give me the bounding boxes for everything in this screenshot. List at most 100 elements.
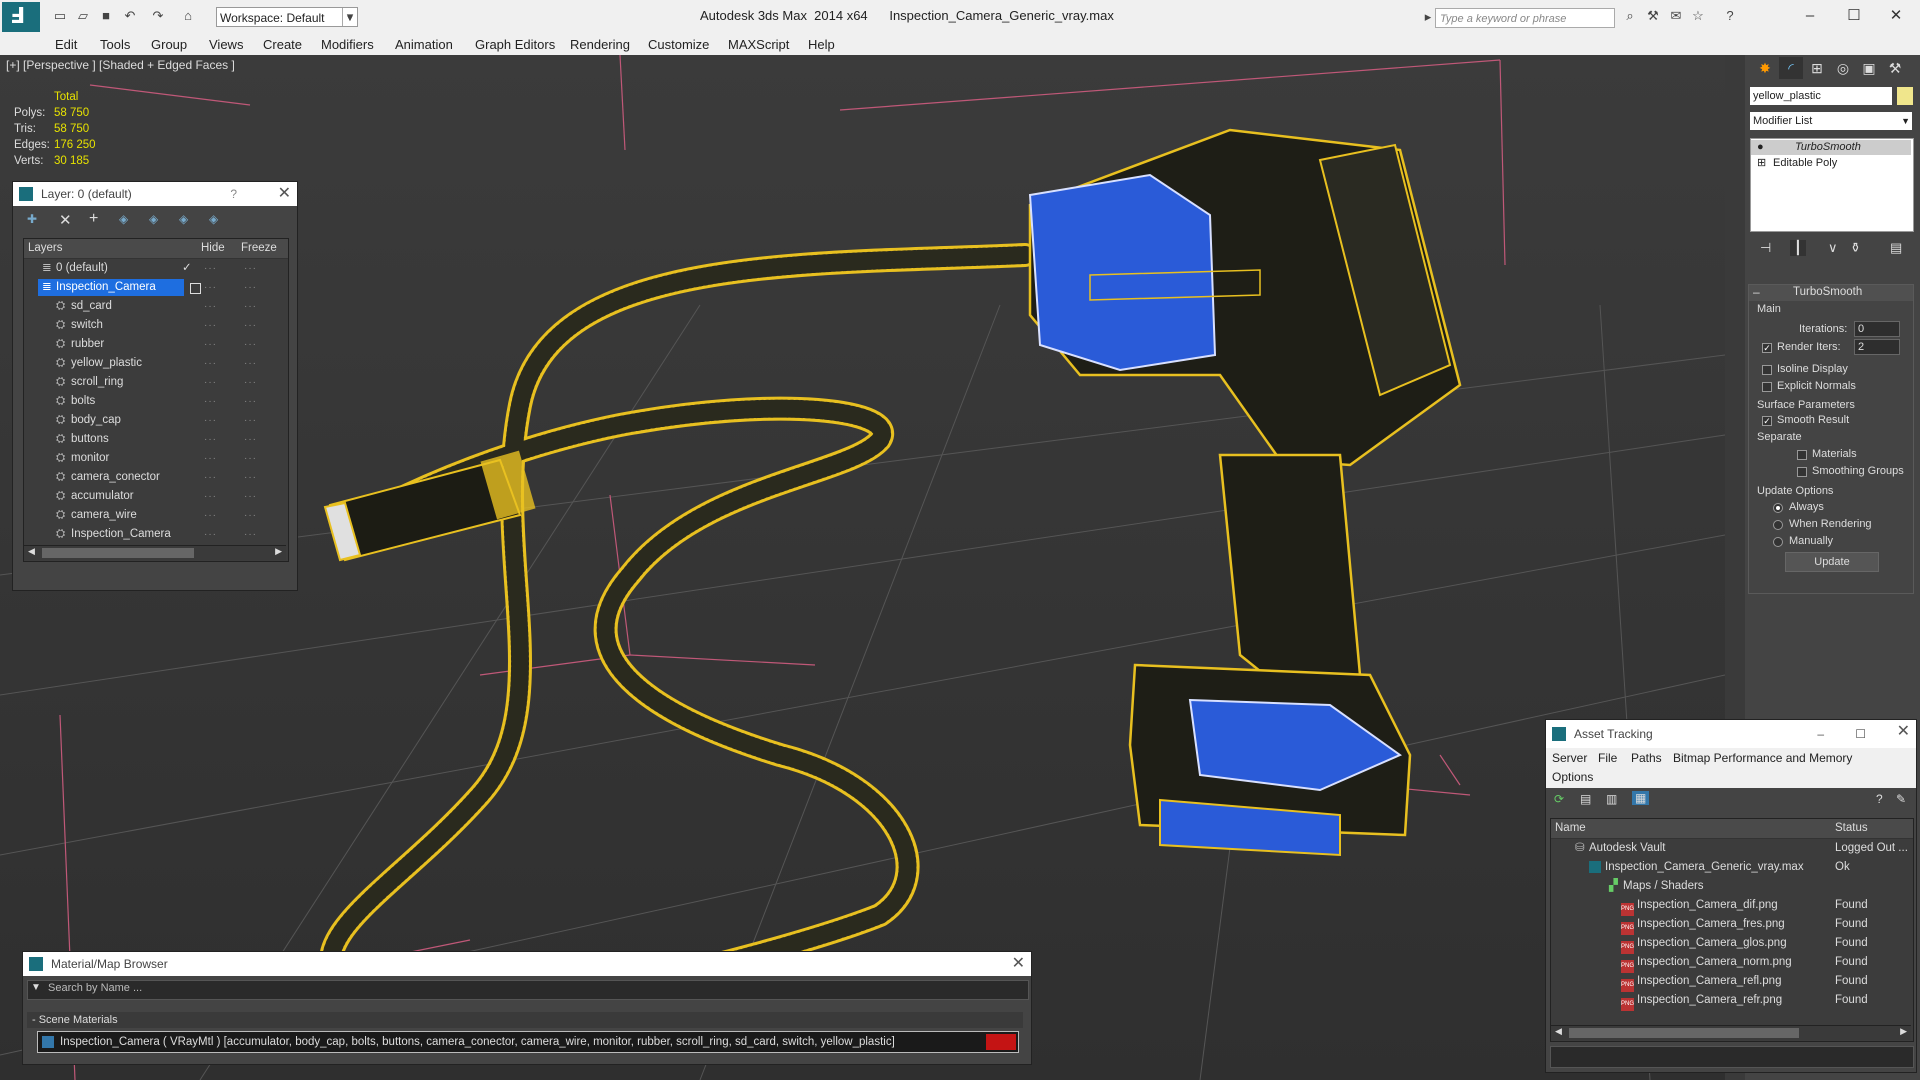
asset-row[interactable]: Inspection_Camera_Generic_vray.max Ok (1551, 858, 1913, 877)
new-icon[interactable]: ▭ (52, 8, 68, 24)
asset-row[interactable]: PNG Inspection_Camera_fres.png Found (1551, 915, 1913, 935)
menu-paths[interactable]: Paths (1631, 751, 1662, 765)
layer-row[interactable]: ≣ Inspection_Camera ··· ··· (24, 278, 288, 297)
asset-row[interactable]: ⛁ Autodesk Vault Logged Out ... (1551, 839, 1913, 858)
asset-row[interactable]: PNG Inspection_Camera_norm.png Found (1551, 953, 1913, 973)
material-search-bar[interactable]: ▼ Search by Name ... (27, 980, 1029, 1000)
object-row[interactable]: ⛭ yellow_plastic ··· ··· (24, 354, 288, 373)
menu-file[interactable]: File (1598, 751, 1617, 765)
scroll-left-icon[interactable]: ◀ (28, 546, 35, 557)
manually-radio[interactable] (1773, 537, 1783, 547)
name-column-header[interactable]: Name (1555, 819, 1586, 838)
explicit-normals-checkbox[interactable] (1762, 382, 1772, 392)
object-row[interactable]: ⛭ switch ··· ··· (24, 316, 288, 335)
expand-arrow-icon[interactable]: ▸ (1420, 9, 1436, 25)
create-layer-icon[interactable]: ✚ (27, 212, 37, 226)
render-iters-spinner[interactable]: 2 (1854, 339, 1900, 355)
minimize-button[interactable]: – (1790, 4, 1830, 28)
menu-views[interactable]: Views (209, 37, 243, 52)
object-row[interactable]: ⛭ Inspection_Camera ··· ··· (24, 525, 288, 544)
object-row[interactable]: ⛭ accumulator ··· ··· (24, 487, 288, 506)
material-entry[interactable]: Inspection_Camera ( VRayMtl ) [accumulat… (37, 1031, 1019, 1053)
scroll-right-icon[interactable]: ▶ (1900, 1026, 1907, 1037)
display-tab-icon[interactable]: ▣ (1857, 57, 1881, 79)
menu-edit[interactable]: Edit (55, 37, 77, 52)
help-icon[interactable]: ? (230, 182, 237, 206)
asset-row[interactable]: PNG Inspection_Camera_refr.png Found (1551, 991, 1913, 1011)
scroll-right-icon[interactable]: ▶ (275, 546, 282, 557)
asset-row[interactable]: PNG Inspection_Camera_glos.png Found (1551, 934, 1913, 954)
object-row[interactable]: ⛭ monitor ··· ··· (24, 449, 288, 468)
maximize-button[interactable]: ☐ (1834, 4, 1874, 28)
maximize-icon[interactable]: ☐ (1855, 720, 1866, 748)
object-row[interactable]: ⛭ rubber ··· ··· (24, 335, 288, 354)
object-row[interactable]: ⛭ buttons ··· ··· (24, 430, 288, 449)
update-button[interactable]: Update (1785, 552, 1879, 572)
favorites-star-icon[interactable]: ☆ (1690, 8, 1706, 24)
scroll-left-icon[interactable]: ◀ (1555, 1026, 1562, 1037)
redo-icon[interactable]: ↷ (150, 8, 166, 24)
details-view-icon[interactable]: ▥ (1606, 792, 1617, 806)
status-column-header[interactable]: Status (1835, 819, 1868, 838)
asset-row[interactable]: PNG Inspection_Camera_dif.png Found (1551, 896, 1913, 916)
delete-layer-icon[interactable]: ✕ (59, 211, 72, 229)
create-tab-icon[interactable]: ✸ (1753, 57, 1777, 79)
stack-item-editable-poly[interactable]: ⊞ Editable Poly (1751, 156, 1911, 171)
help-icon[interactable]: ? (1876, 792, 1883, 806)
add-to-layer-icon[interactable]: + (89, 210, 98, 228)
undo-icon[interactable]: ↶ (122, 8, 138, 24)
isoline-checkbox[interactable] (1762, 365, 1772, 375)
object-row[interactable]: ⛭ body_cap ··· ··· (24, 411, 288, 430)
remove-modifier-icon[interactable]: ⚱ (1850, 240, 1861, 256)
search-input[interactable]: Type a keyword or phrase (1435, 8, 1615, 28)
modify-tab-icon[interactable]: ◜ (1779, 57, 1803, 79)
freeze-all-icon[interactable]: ◈ (209, 212, 218, 226)
material-browser-titlebar[interactable]: Material/Map Browser ✕ (23, 952, 1031, 976)
asset-horizontal-scrollbar[interactable]: ◀ ▶ (1551, 1025, 1911, 1040)
binoculars-icon[interactable]: ⌕ (1622, 8, 1638, 24)
hide-all-icon[interactable]: ◈ (179, 212, 188, 226)
hide-column-header[interactable]: Hide (201, 239, 225, 258)
object-row[interactable]: ⛭ camera_wire ··· ··· (24, 506, 288, 525)
open-icon[interactable]: ▱ (75, 8, 91, 24)
refresh-icon[interactable]: ⟳ (1554, 792, 1564, 806)
modifier-list-dropdown[interactable]: Modifier List ▼ (1750, 112, 1912, 130)
project-folder-icon[interactable]: ⌂ (180, 8, 196, 24)
app-logo-button[interactable]: Ⅎ (2, 2, 40, 32)
scene-materials-group[interactable]: - Scene Materials (27, 1012, 1023, 1028)
object-color-swatch[interactable] (1897, 87, 1913, 105)
menu-create[interactable]: Create (263, 37, 302, 52)
scrollbar-thumb[interactable] (1569, 1028, 1799, 1038)
menu-bitmap-performance[interactable]: Bitmap Performance and Memory (1673, 751, 1852, 765)
make-unique-icon[interactable]: ∨ (1828, 240, 1838, 256)
layers-column-header[interactable]: Layers (28, 239, 63, 258)
rollout-header[interactable]: – TurboSmooth (1749, 285, 1913, 301)
menu-animation[interactable]: Animation (395, 37, 453, 52)
show-end-result-icon[interactable]: ┃ (1790, 240, 1806, 256)
list-view-icon[interactable]: ▤ (1580, 792, 1591, 806)
render-iters-checkbox[interactable]: ✓ (1762, 343, 1772, 353)
pin-stack-icon[interactable]: ⊣ (1760, 240, 1771, 256)
workspace-dropdown[interactable]: Workspace: Default ▼ (216, 7, 358, 27)
save-icon[interactable]: ■ (98, 8, 114, 24)
freeze-column-header[interactable]: Freeze (241, 239, 277, 258)
stack-item-turbosmooth[interactable]: ● TurboSmooth (1751, 140, 1911, 155)
material-search-input[interactable]: Search by Name ... (48, 982, 142, 994)
close-icon[interactable]: ✕ (1897, 720, 1910, 744)
close-button[interactable]: ✕ (1876, 4, 1916, 28)
menu-help[interactable]: Help (808, 37, 835, 52)
asset-path-field[interactable] (1550, 1046, 1914, 1068)
subscription-icon[interactable]: ⚒ (1645, 8, 1661, 24)
menu-tools[interactable]: Tools (100, 37, 130, 52)
menu-maxscript[interactable]: MAXScript (728, 37, 789, 52)
object-name-field[interactable]: yellow_plastic (1750, 87, 1892, 105)
menu-modifiers[interactable]: Modifiers (321, 37, 374, 52)
object-row[interactable]: ⛭ scroll_ring ··· ··· (24, 373, 288, 392)
menu-graph-editors[interactable]: Graph Editors (475, 37, 555, 52)
menu-rendering[interactable]: Rendering (570, 37, 630, 52)
close-icon[interactable]: ✕ (278, 182, 291, 206)
utilities-tab-icon[interactable]: ⚒ (1883, 57, 1907, 79)
smoothing-groups-checkbox[interactable] (1797, 467, 1807, 477)
communication-icon[interactable]: ✉ (1668, 8, 1684, 24)
horizontal-scrollbar[interactable]: ◀ ▶ (24, 545, 286, 560)
